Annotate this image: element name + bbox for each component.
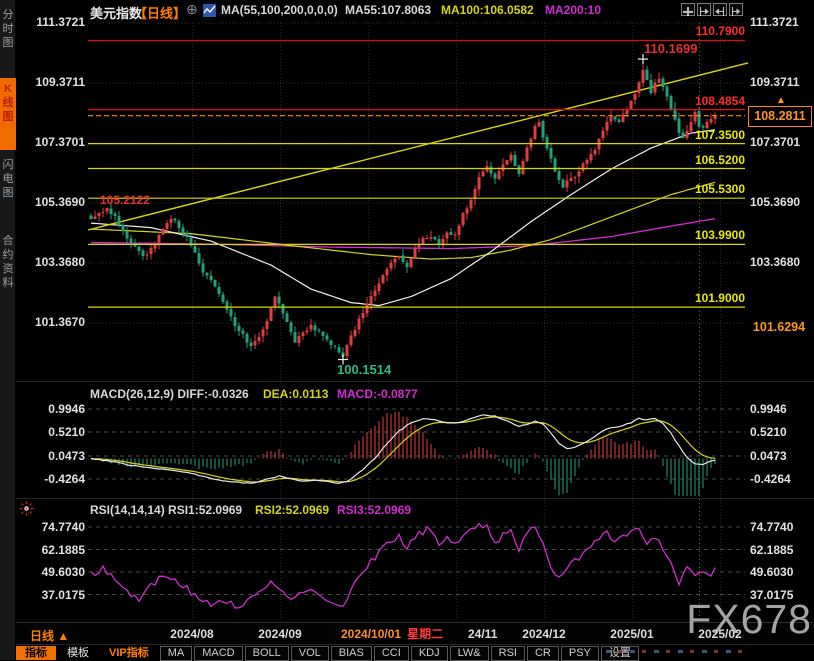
rsi-axis-right-label: 62.1885 [750, 543, 793, 557]
macd-axis-left-label: -0.4264 [44, 472, 85, 486]
scale-right-icon[interactable] [713, 3, 727, 16]
move-cross-icon[interactable] [681, 3, 695, 16]
ma55-value: MA55:107.8063 [345, 3, 431, 17]
indicator-button-boll[interactable]: BOLL [245, 646, 289, 661]
x-axis-month-label: 2025/02 [698, 627, 741, 641]
price-level-label: 107.3500 [695, 129, 745, 142]
period-tag: 【日线】 [134, 3, 186, 22]
price-level-label: 103.9900 [695, 229, 745, 242]
x-axis-month-label: 2024/12 [522, 627, 565, 641]
toolbar-tab-1[interactable]: 指标 [16, 646, 56, 660]
macd-axis-left-label: 0.5210 [48, 425, 85, 439]
price-level-label: 101.9000 [695, 292, 745, 305]
indicator-button-cr[interactable]: CR [527, 646, 559, 661]
y-axis-left-label: 103.3680 [35, 255, 85, 269]
macd-axis-right-label: 0.0473 [750, 449, 787, 463]
sidebar-tab-2[interactable]: K线图 [0, 78, 16, 150]
y-axis-left-label: 105.3690 [35, 195, 85, 209]
rsi-axis-left-label: 74.7740 [42, 520, 85, 534]
period-selector[interactable]: 日线 ▲ [30, 627, 69, 644]
rsi-axis-right-label: 49.6030 [750, 565, 793, 579]
rsi3-value: RSI3:52.0969 [337, 503, 411, 517]
indicator-chart-icon [203, 4, 216, 22]
high-label: 110.1699 [644, 41, 698, 56]
y-axis-right-label: 107.3701 [750, 135, 800, 149]
macd-axis-right-label: -0.4264 [750, 472, 791, 486]
low-price-box: 101.6294 [746, 318, 812, 336]
sidebar-tab-4[interactable]: 合约资料 [0, 230, 16, 334]
price-level-label: 110.7900 [696, 25, 745, 38]
y-axis-right-label: 109.3711 [750, 75, 799, 89]
rsi-axis-right-label: 37.0175 [750, 588, 793, 602]
alert-burst-icon [19, 501, 34, 521]
sidebar-tab-1[interactable]: 分时图 [0, 4, 16, 76]
y-axis-left-label: 107.3701 [35, 135, 85, 149]
y-axis-right-label: 111.3721 [750, 15, 799, 29]
indicator-button-macd[interactable]: MACD [194, 646, 242, 661]
macd-axis-right-label: 0.5210 [750, 425, 787, 439]
x-axis-month-label: 2024/08 [170, 627, 213, 641]
x-axis-month-label: 2024/09 [258, 627, 301, 641]
macd-dea-value: DEA:0.0113 [263, 387, 328, 401]
y-axis-left-label: 109.3711 [36, 75, 85, 89]
add-indicator-icon[interactable]: ⊕ [186, 1, 198, 18]
macd-hist-value: MACD:-0.0877 [337, 387, 418, 401]
x-axis-partial-label: 24/11 [468, 627, 497, 641]
indicator-button-psy[interactable]: PSY [561, 646, 599, 661]
last-price-box: 108.2811 [748, 106, 812, 127]
indicator-button-ma[interactable]: MA [160, 646, 193, 661]
y-axis-right-label: 105.3690 [750, 195, 800, 209]
rsi-axis-left-label: 37.0175 [42, 588, 85, 602]
macd-axis-left-label: 0.9946 [48, 402, 85, 416]
y-axis-right-label: 103.3680 [750, 255, 800, 269]
indicator-button-rsi[interactable]: RSI [491, 646, 525, 661]
toolbar-tab-2[interactable]: 模板 [58, 646, 98, 660]
scale-left-icon[interactable] [697, 3, 711, 16]
y-axis-left-label: 101.3670 [35, 315, 85, 329]
crosshair-date-tooltip: 2024/10/01星期二 [336, 624, 448, 643]
ma-settings-label: MA(55,100,200,0,0,0) [221, 3, 338, 17]
sidebar-tab-3[interactable]: 闪电图 [0, 154, 16, 228]
indicator-button-bias[interactable]: BIAS [331, 646, 372, 661]
indicator-button-lw&[interactable]: LW& [450, 646, 489, 661]
local-high-label: 105.2122 [100, 193, 150, 207]
mini-ticker-strip [606, 650, 746, 653]
indicator-button-cci[interactable]: CCI [374, 646, 409, 661]
rsi2-value: RSI2:52.0969 [255, 503, 329, 517]
price-level-label: 106.5200 [695, 154, 745, 167]
indicator-button-kdj[interactable]: KDJ [411, 646, 448, 661]
rsi-title: RSI(14,14,14) RSI1:52.0969 [90, 503, 242, 517]
macd-axis-left-label: 0.0473 [48, 449, 85, 463]
x-axis-month-label: 2025/01 [610, 627, 653, 641]
macd-axis-right-label: 0.9946 [750, 402, 787, 416]
rsi-axis-right-label: 74.7740 [750, 520, 793, 534]
toolbar-tab-3[interactable]: VIP指标 [100, 646, 158, 660]
rsi-axis-left-label: 49.6030 [42, 565, 85, 579]
rsi-axis-left-label: 62.1885 [42, 543, 85, 557]
reset-scale-icon[interactable] [729, 3, 743, 16]
left-sidebar: 分时图 K线图闪电图合约资料 [0, 0, 16, 660]
macd-title: MACD(26,12,9) DIFF:-0.0326 [90, 387, 249, 401]
period-arrow-icon: ▲ [57, 629, 69, 643]
ma200-value: MA200:10 [545, 3, 601, 17]
y-axis-left-label: 111.3721 [36, 15, 85, 29]
indicator-button-设置[interactable]: 设置 [601, 646, 639, 661]
low-label: 100.1514 [337, 362, 391, 377]
ma100-value: MA100:106.0582 [441, 3, 534, 17]
price-up-arrow-icon: ▲ [776, 95, 786, 106]
candlestick-chart-canvas[interactable] [0, 0, 814, 660]
price-level-label: 105.5300 [695, 183, 745, 196]
price-level-label: 108.4854 [695, 95, 745, 108]
indicator-button-vol[interactable]: VOL [291, 646, 329, 661]
